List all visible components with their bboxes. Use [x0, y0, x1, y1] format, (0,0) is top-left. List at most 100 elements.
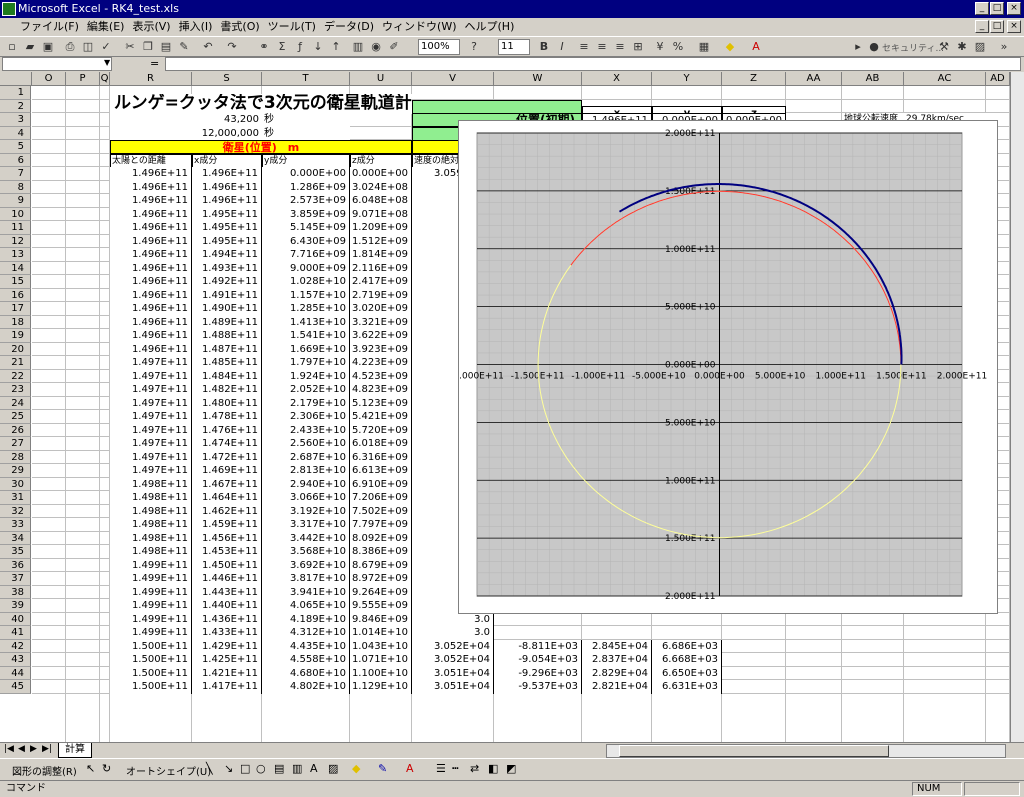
last-sheet-icon[interactable]: ▶| [42, 744, 52, 754]
data-cell[interactable]: 1.474E+11 [192, 437, 262, 451]
col-header-O[interactable]: O [32, 72, 66, 86]
data-cell[interactable]: 2.845E+04 [582, 639, 652, 654]
font-color-icon[interactable]: A [748, 39, 764, 55]
col-label-R[interactable]: 太陽との距離 [110, 153, 192, 168]
row-header[interactable]: 11 [0, 221, 31, 235]
data-cell[interactable]: 6.048E+08 [350, 194, 412, 208]
menu-format[interactable]: 書式(O) [216, 18, 263, 36]
draw-menu[interactable]: 図形の調整(R) [12, 763, 77, 778]
row-header[interactable]: 33 [0, 518, 31, 532]
data-cell[interactable]: 7.502E+09 [350, 504, 412, 519]
row-header[interactable]: 22 [0, 369, 31, 383]
data-cell[interactable]: 1.498E+11 [110, 531, 192, 546]
horizontal-scrollbar[interactable] [606, 744, 1006, 758]
col-header-AC[interactable]: AC [904, 72, 986, 86]
data-cell[interactable]: 1.446E+11 [192, 572, 262, 586]
data-cell[interactable]: 2.813E+10 [262, 464, 350, 478]
data-cell[interactable]: 3.321E+09 [350, 315, 412, 330]
col-header-X[interactable]: X [582, 72, 652, 86]
data-cell[interactable]: 1.493E+11 [192, 261, 262, 276]
data-cell[interactable]: 3.317E+10 [262, 518, 350, 532]
data-cell[interactable]: 1.028E+10 [262, 275, 350, 289]
data-cell[interactable]: 1.429E+11 [192, 639, 262, 654]
data-cell[interactable]: 2.433E+10 [262, 423, 350, 438]
autoshape-menu[interactable]: オートシェイプ(U) [126, 763, 211, 778]
row-header[interactable]: 5 [0, 140, 31, 154]
data-cell[interactable]: 1.286E+09 [262, 180, 350, 195]
data-cell[interactable]: 6.631E+03 [652, 680, 722, 694]
data-cell[interactable]: 4.312E+10 [262, 626, 350, 640]
data-cell[interactable]: 1.496E+11 [110, 288, 192, 303]
row-header[interactable]: 21 [0, 356, 31, 370]
row-header[interactable]: 34 [0, 531, 31, 545]
data-cell[interactable]: 1.433E+11 [192, 626, 262, 640]
col-header-U[interactable]: U [350, 72, 412, 86]
hyperlink-icon[interactable]: ⚭ [256, 39, 272, 55]
data-cell[interactable]: 7.797E+09 [350, 518, 412, 532]
data-cell[interactable]: 3.941E+10 [262, 585, 350, 600]
horizontal-scroll-thumb[interactable] [619, 745, 889, 757]
data-cell[interactable]: 1.443E+11 [192, 585, 262, 600]
data-cell[interactable]: 1.500E+11 [110, 666, 192, 681]
spell-icon[interactable]: ✓ [98, 39, 114, 55]
toolbox-icon[interactable]: ⚒ [936, 39, 952, 55]
data-cell[interactable]: 8.386E+09 [350, 545, 412, 559]
col-header-T[interactable]: T [262, 72, 350, 86]
vertical-scrollbar[interactable] [1010, 72, 1024, 742]
textbox-icon[interactable]: ▤ [274, 762, 284, 775]
data-cell[interactable]: 1.499E+11 [110, 572, 192, 586]
row-header[interactable]: 36 [0, 558, 31, 572]
row-header[interactable]: 10 [0, 207, 31, 221]
data-cell[interactable]: 3.442E+10 [262, 531, 350, 546]
next-sheet-icon[interactable]: ▶ [30, 744, 37, 754]
sort-desc-icon[interactable]: ↑ [328, 39, 344, 55]
col-header-P[interactable]: P [66, 72, 100, 86]
row-header[interactable]: 3 [0, 113, 31, 127]
paste-icon[interactable]: ▤ [158, 39, 174, 55]
wordart-a-icon[interactable]: A [310, 762, 318, 775]
row-header[interactable]: 6 [0, 153, 31, 167]
row-header[interactable]: 41 [0, 626, 31, 640]
row-header[interactable]: 2 [0, 99, 31, 113]
data-cell[interactable]: 1.497E+11 [110, 464, 192, 478]
row-header[interactable]: 1 [0, 86, 31, 100]
font-size-combo[interactable]: 11 [498, 39, 530, 55]
data-cell[interactable]: 1.417E+11 [192, 680, 262, 694]
data-cell[interactable]: 1.489E+11 [192, 315, 262, 330]
menu-help[interactable]: ヘルプ(H) [461, 18, 519, 36]
data-cell[interactable]: 8.679E+09 [350, 558, 412, 573]
row-header[interactable]: 44 [0, 666, 31, 680]
col-label-U[interactable]: z成分 [350, 153, 412, 168]
data-cell[interactable]: 6.668E+03 [652, 653, 722, 667]
time-unit[interactable]: 秒 [262, 126, 350, 141]
row-header[interactable]: 43 [0, 653, 31, 667]
align-center-icon[interactable]: ≡ [594, 39, 610, 55]
row-header[interactable]: 28 [0, 450, 31, 464]
col-label-T[interactable]: y成分 [262, 153, 350, 168]
data-cell[interactable]: 1.071E+10 [350, 653, 412, 667]
row-header[interactable]: 17 [0, 302, 31, 316]
dt-unit[interactable]: 秒 [262, 113, 350, 127]
data-cell[interactable]: 1.498E+11 [110, 518, 192, 532]
sheet-tab-calc[interactable]: 計算 [58, 743, 92, 758]
data-cell[interactable]: 1.492E+11 [192, 275, 262, 289]
cut-icon[interactable]: ✂ [122, 39, 138, 55]
col-header-Q[interactable]: Q [100, 72, 110, 86]
open-icon[interactable]: ▰ [22, 39, 38, 55]
data-cell[interactable]: 1.496E+11 [110, 302, 192, 316]
data-cell[interactable]: 1.496E+11 [110, 342, 192, 357]
row-header[interactable]: 26 [0, 423, 31, 437]
data-cell[interactable]: 1.496E+11 [110, 248, 192, 262]
data-cell[interactable]: 1.496E+11 [192, 180, 262, 195]
redo-icon[interactable]: ↷ [224, 39, 240, 55]
data-cell[interactable]: 1.797E+10 [262, 356, 350, 370]
data-cell[interactable]: 7.206E+09 [350, 491, 412, 505]
data-cell[interactable]: 1.498E+11 [110, 491, 192, 505]
data-cell[interactable]: 2.306E+10 [262, 410, 350, 424]
row-header[interactable]: 27 [0, 437, 31, 451]
col-header-R[interactable]: R [110, 72, 192, 86]
data-cell[interactable]: 6.018E+09 [350, 437, 412, 451]
data-cell[interactable]: 1.209E+09 [350, 221, 412, 235]
shadow-icon[interactable]: ◧ [488, 762, 498, 775]
data-cell[interactable]: 0.000E+00 [350, 167, 412, 181]
